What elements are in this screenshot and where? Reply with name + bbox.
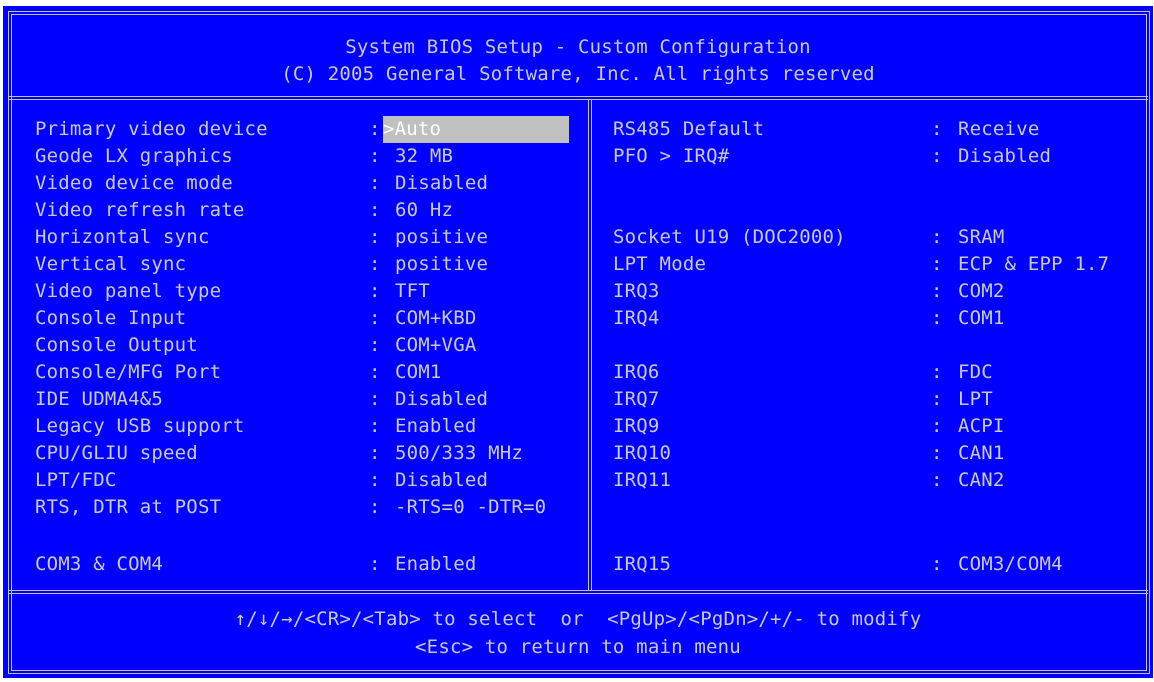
setting-colon: :	[369, 172, 381, 194]
setting-colon: :	[931, 280, 943, 302]
setting-value[interactable]: positive	[395, 224, 488, 251]
setting-label: Console Output	[35, 334, 198, 356]
setting-value[interactable]: Disabled	[395, 170, 488, 197]
setting-colon: :	[369, 553, 381, 575]
setting-value[interactable]: Enabled	[395, 551, 476, 578]
setting-value[interactable]: 32 MB	[395, 143, 453, 170]
setting-label: Primary video device	[35, 118, 268, 140]
setting-colon: :	[369, 442, 381, 464]
setting-value[interactable]: COM+VGA	[395, 332, 476, 359]
setting-label: IRQ15	[613, 553, 672, 575]
setting-value[interactable]: CAN1	[958, 440, 1005, 467]
setting-value[interactable]: CAN2	[958, 467, 1005, 494]
setting-label: IRQ7	[613, 388, 660, 410]
setting-colon: :	[369, 226, 381, 248]
setting-colon: :	[931, 226, 943, 248]
setting-colon: :	[369, 280, 381, 302]
setting-colon: :	[369, 334, 381, 356]
setting-colon: :	[931, 361, 943, 383]
setting-label: Legacy USB support	[35, 415, 245, 437]
setting-value[interactable]: COM1	[395, 359, 442, 386]
setting-colon: :	[931, 553, 943, 575]
copyright-text: (C) 2005 General Software, Inc. All righ…	[281, 63, 875, 85]
setting-colon: :	[931, 145, 943, 167]
footer-separator	[8, 590, 1148, 594]
setting-label: IRQ10	[613, 442, 672, 464]
setting-colon: :	[369, 415, 381, 437]
setting-label: RTS, DTR at POST	[35, 496, 222, 518]
setting-label: IRQ4	[613, 307, 660, 329]
setting-value[interactable]: ACPI	[958, 413, 1005, 440]
setting-label: Video panel type	[35, 280, 222, 302]
setting-label: Horizontal sync	[35, 226, 210, 248]
setting-value[interactable]: COM+KBD	[395, 305, 476, 332]
setting-colon: :	[369, 388, 381, 410]
page-title: System BIOS Setup - Custom Configuration	[345, 36, 811, 58]
bios-screen: System BIOS Setup - Custom Configuration…	[3, 6, 1153, 678]
setting-label: IRQ11	[613, 469, 672, 491]
setting-colon: :	[369, 307, 381, 329]
footer-help-line-2: <Esc> to return to main menu	[415, 636, 741, 658]
setting-colon: :	[369, 118, 381, 140]
setting-value[interactable]: Disabled	[958, 143, 1051, 170]
setting-label: COM3 & COM4	[35, 553, 164, 575]
setting-label: IRQ9	[613, 415, 660, 437]
setting-label: LPT Mode	[613, 253, 707, 275]
setting-value-selected[interactable]: >Auto	[383, 116, 569, 143]
setting-colon: :	[931, 253, 943, 275]
setting-value[interactable]: Disabled	[395, 467, 488, 494]
setting-label: LPT/FDC	[35, 469, 117, 491]
setting-value[interactable]: SRAM	[958, 224, 1005, 251]
setting-colon: :	[369, 253, 381, 275]
setting-value[interactable]: FDC	[958, 359, 993, 386]
setting-colon: :	[369, 199, 381, 221]
setting-value[interactable]: Receive	[958, 116, 1039, 143]
setting-colon: :	[369, 469, 381, 491]
setting-label: IRQ6	[613, 361, 660, 383]
setting-value[interactable]: TFT	[395, 278, 430, 305]
setting-value[interactable]: positive	[395, 251, 488, 278]
setting-value[interactable]: COM3/COM4	[958, 551, 1063, 578]
column-separator	[588, 100, 592, 590]
setting-label: Video device mode	[35, 172, 233, 194]
setting-label: CPU/GLIU speed	[35, 442, 198, 464]
setting-label: Geode LX graphics	[35, 145, 233, 167]
header-separator	[8, 96, 1148, 100]
setting-colon: :	[931, 307, 943, 329]
setting-value[interactable]: 500/333 MHz	[395, 440, 523, 467]
setting-label: IRQ3	[613, 280, 660, 302]
setting-label: RS485 Default	[613, 118, 765, 140]
setting-colon: :	[931, 469, 943, 491]
setting-value[interactable]: LPT	[958, 386, 993, 413]
setting-value[interactable]: ECP & EPP 1.7	[958, 251, 1109, 278]
setting-value[interactable]: COM2	[958, 278, 1005, 305]
setting-colon: :	[369, 496, 381, 518]
setting-colon: :	[369, 145, 381, 167]
setting-value[interactable]: Enabled	[395, 413, 476, 440]
setting-label: Video refresh rate	[35, 199, 245, 221]
setting-colon: :	[931, 388, 943, 410]
setting-value[interactable]: -RTS=0 -DTR=0	[395, 494, 546, 521]
setting-label: Socket U19 (DOC2000)	[613, 226, 846, 248]
setting-value[interactable]: COM1	[958, 305, 1005, 332]
setting-colon: :	[931, 415, 943, 437]
setting-colon: :	[931, 118, 943, 140]
setting-label: IDE UDMA4&5	[35, 388, 164, 410]
setting-colon: :	[931, 442, 943, 464]
setting-value[interactable]: 60 Hz	[395, 197, 453, 224]
setting-label: PFO > IRQ#	[613, 145, 730, 167]
setting-label: Vertical sync	[35, 253, 187, 275]
setting-label: Console/MFG Port	[35, 361, 222, 383]
setting-value[interactable]: Disabled	[395, 386, 488, 413]
setting-colon: :	[369, 361, 381, 383]
setting-label: Console Input	[35, 307, 187, 329]
footer-help-line-1: ↑/↓/→/<CR>/<Tab> to select or <PgUp>/<Pg…	[234, 608, 922, 630]
